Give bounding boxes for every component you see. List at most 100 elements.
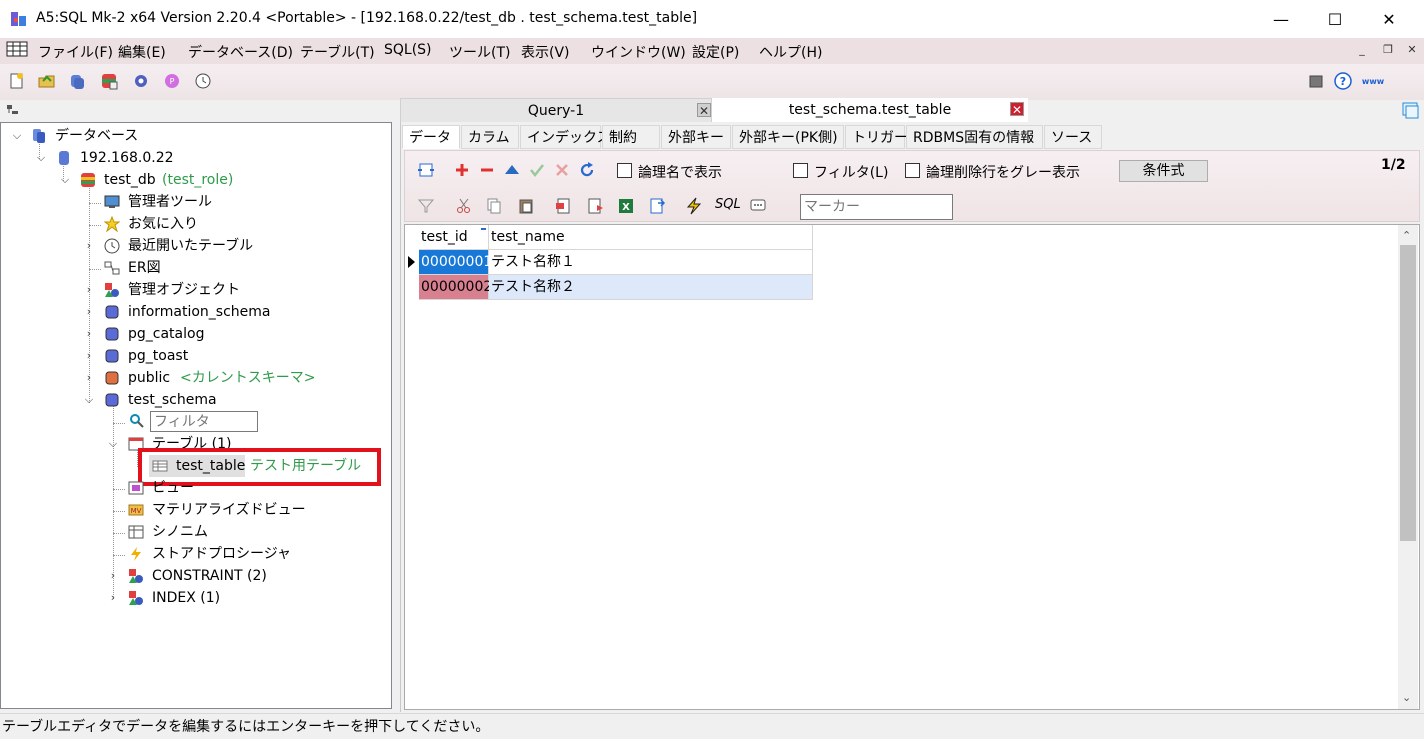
tab-indexes[interactable]: インデックス [520,125,611,149]
chevron-right-icon[interactable]: › [107,587,119,609]
clock-icon[interactable] [194,72,212,90]
menu-window[interactable]: ウインドウ(W) [591,42,686,62]
open-folder-icon[interactable] [38,72,56,90]
cancel-x-icon[interactable] [553,161,571,179]
plugin-icon[interactable]: P [163,72,181,90]
cut-icon[interactable] [455,197,473,215]
tab-query-1[interactable]: Query-1 ✕ [400,98,712,122]
db-multi-icon[interactable] [100,72,118,90]
column-header-test-id[interactable]: test_id [419,225,489,250]
chevron-right-icon[interactable]: › [83,367,95,389]
tree-node-constraint[interactable]: › CONSTRAINT (2) [1,565,381,587]
excel-icon[interactable]: X [617,197,635,215]
chevron-right-icon[interactable]: › [83,345,95,367]
tab-source[interactable]: ソース [1044,125,1102,149]
sql-button[interactable]: SQL [715,197,741,212]
tab-constraints[interactable]: 制約 [602,125,660,149]
menu-database[interactable]: データベース(D) [188,42,293,62]
tree-node-matviews[interactable]: MV マテリアライズドビュー [1,499,381,521]
chevron-right-icon[interactable]: › [83,323,95,345]
menu-edit[interactable]: 編集(E) [118,42,166,62]
tree-node-databases[interactable]: ⌵ データベース [1,125,381,147]
scrollbar-thumb[interactable] [1400,245,1416,541]
maximize-button[interactable]: ☐ [1308,0,1362,38]
gray-deleted-checkbox[interactable] [905,163,920,178]
chevron-right-icon[interactable]: › [83,301,95,323]
tree-node-index[interactable]: › INDEX (1) [1,587,381,609]
paste-icon[interactable] [517,197,535,215]
chevron-right-icon[interactable]: › [107,565,119,587]
menu-settings[interactable]: 設定(P) [692,42,739,62]
scroll-up-icon[interactable]: ⌃ [1402,229,1411,242]
tree-node-favorites[interactable]: お気に入り [1,213,381,235]
tree-node-schema-test[interactable]: ⌵ test_schema [1,389,381,411]
menu-file[interactable]: ファイル(F) [38,42,113,62]
close-tab-icon[interactable]: ✕ [697,103,711,118]
menu-view[interactable]: 表示(V) [521,42,570,62]
tab-columns[interactable]: カラム [461,125,519,149]
tree-node-synonyms[interactable]: シノニム [1,521,381,543]
table-cell[interactable]: テスト名称１ [489,250,813,275]
tree-node-schema-information[interactable]: › information_schema [1,301,381,323]
column-fit-icon[interactable] [417,161,435,179]
filter-funnel-icon[interactable] [417,197,435,215]
move-up-icon[interactable] [503,161,521,179]
mdi-close-icon[interactable]: ✕ [1402,43,1422,59]
table-cell[interactable]: 00000001 [419,250,492,275]
tree-node-views[interactable]: ビュー [1,477,381,499]
chevron-right-icon[interactable]: › [83,279,95,301]
table-cell[interactable]: 00000002 [419,275,492,300]
commit-check-icon[interactable] [528,161,546,179]
tree-node-schema-public[interactable]: › public <カレントスキーマ> [1,367,381,389]
import-doc-icon[interactable] [587,197,605,215]
tree-node-db[interactable]: ⌵ test_db (test_role) [1,169,381,191]
tab-foreign-keys-pk[interactable]: 外部キー(PK側) [732,125,844,149]
show-logical-checkbox[interactable] [617,163,632,178]
tree-toggle-icon[interactable] [6,104,20,118]
menu-help[interactable]: ヘルプ(H) [759,42,822,62]
database-icon[interactable] [68,72,86,90]
tree-node-procedures[interactable]: ストアドプロシージャ [1,543,381,565]
tab-triggers[interactable]: トリガー [845,125,908,149]
tree-node-schema-pg-catalog[interactable]: › pg_catalog [1,323,381,345]
chevron-down-icon[interactable]: ⌵ [107,433,119,455]
transfer-icon[interactable] [649,197,667,215]
export-doc-icon[interactable] [555,197,573,215]
menu-tool[interactable]: ツール(T) [449,42,510,62]
scroll-down-icon[interactable]: ⌄ [1402,691,1411,704]
chevron-down-icon[interactable]: ⌵ [35,147,47,169]
vertical-scrollbar[interactable]: ⌃ ⌄ [1398,225,1418,709]
gear-icon[interactable] [132,72,150,90]
tab-rdbms-info[interactable]: RDBMS固有の情報 [906,125,1043,149]
menu-table[interactable]: テーブル(T) [300,42,375,62]
add-row-icon[interactable] [453,161,471,179]
refresh-icon[interactable] [578,161,596,179]
filter-checkbox[interactable] [793,163,808,178]
table-cell[interactable]: テスト名称２ [489,275,813,300]
mdi-restore-icon[interactable]: ❐ [1378,43,1398,59]
stop-icon[interactable] [1307,72,1325,90]
mdi-minimize-icon[interactable]: _ [1352,43,1372,59]
table-grid-icon[interactable] [6,41,28,57]
tree-node-er[interactable]: ER図 [1,257,381,279]
execute-lightning-icon[interactable] [685,197,703,215]
copy-icon[interactable] [485,197,503,215]
tree-node-admin-tool[interactable]: 管理者ツール [1,191,381,213]
website-icon[interactable]: www [1362,72,1384,90]
tree-node-host[interactable]: ⌵ 192.168.0.22 [1,147,381,169]
comment-icon[interactable] [749,197,767,215]
close-tab-icon[interactable]: ✕ [1010,102,1024,117]
chevron-right-icon[interactable]: › [83,235,95,257]
tree-filter-input[interactable] [150,411,258,432]
tree-node-admin-objects[interactable]: › 管理オブジェクト [1,279,381,301]
menu-sql[interactable]: SQL(S) [384,42,432,58]
tree-node-schema-pg-toast[interactable]: › pg_toast [1,345,381,367]
tree-node-recent[interactable]: › 最近開いたテーブル [1,235,381,257]
close-button[interactable]: ✕ [1362,0,1416,38]
column-header-test-name[interactable]: test_name [489,225,813,250]
minimize-button[interactable]: — [1254,0,1308,38]
tab-data[interactable]: データ [402,125,460,149]
delete-row-icon[interactable] [478,161,496,179]
tab-test-table[interactable]: test_schema.test_table ✕ [712,98,1028,122]
chevron-down-icon[interactable]: ⌵ [59,169,71,191]
